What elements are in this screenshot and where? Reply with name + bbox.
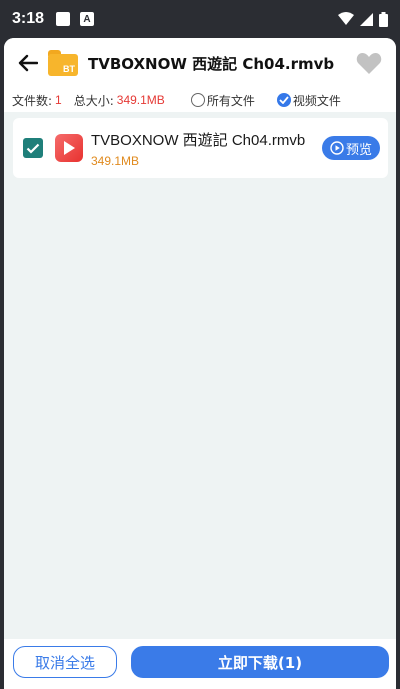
checkmark-icon xyxy=(26,143,40,154)
a-badge-icon: A xyxy=(80,12,95,26)
status-bar: 3:18 A xyxy=(0,0,400,38)
signal-icon xyxy=(360,12,373,26)
cancel-select-all-button[interactable]: 取消全选 xyxy=(13,646,117,678)
page-title: TVBOXNOW 西遊記 Ch04.rmvb xyxy=(88,54,335,73)
radio-unchecked-icon xyxy=(190,93,205,107)
file-name: TVBOXNOW 西遊記 Ch04.rmvb xyxy=(91,131,306,149)
folder-badge: BT xyxy=(63,64,75,74)
notification-square-icon xyxy=(56,12,71,26)
favorite-heart-icon[interactable] xyxy=(356,51,382,75)
back-arrow-icon xyxy=(18,54,38,72)
info-bar: 文件数: 1 总大小: 349.1MB 所有文件 视频文件 xyxy=(4,88,396,112)
total-size-label: 总大小: xyxy=(73,93,114,108)
video-file-icon xyxy=(55,134,83,162)
file-count-value: 1 xyxy=(55,93,62,107)
file-size: 349.1MB xyxy=(91,153,140,168)
wifi-icon xyxy=(338,12,354,25)
filter-video-radio[interactable]: 视频文件 xyxy=(276,92,341,109)
status-time: 3:18 xyxy=(12,10,45,27)
preview-button[interactable]: 预览 xyxy=(322,136,380,160)
filter-all-radio[interactable]: 所有文件 xyxy=(190,92,255,109)
back-button[interactable] xyxy=(12,47,44,79)
total-size-value: 349.1MB xyxy=(116,93,165,107)
battery-icon xyxy=(379,11,388,27)
bt-folder-icon: BT xyxy=(48,50,78,76)
download-now-button[interactable]: 立即下载(1) xyxy=(131,646,389,678)
preview-label: 预览 xyxy=(345,142,372,158)
file-checkbox[interactable] xyxy=(23,138,43,158)
filter-all-label: 所有文件 xyxy=(206,93,255,108)
file-info: TVBOXNOW 西遊記 Ch04.rmvb 349.1MB xyxy=(91,129,322,168)
bottom-action-bar: 取消全选 立即下载(1) xyxy=(4,639,396,689)
file-count-label: 文件数: xyxy=(12,93,53,108)
file-list-item[interactable]: TVBOXNOW 西遊記 Ch04.rmvb 349.1MB 预览 xyxy=(13,118,388,178)
play-circle-icon xyxy=(330,141,344,155)
radio-checked-icon xyxy=(276,93,291,107)
app-container: BT TVBOXNOW 西遊記 Ch04.rmvb 文件数: 1 总大小: 34… xyxy=(4,38,396,689)
header: BT TVBOXNOW 西遊記 Ch04.rmvb xyxy=(4,38,396,88)
filter-video-label: 视频文件 xyxy=(292,93,341,108)
